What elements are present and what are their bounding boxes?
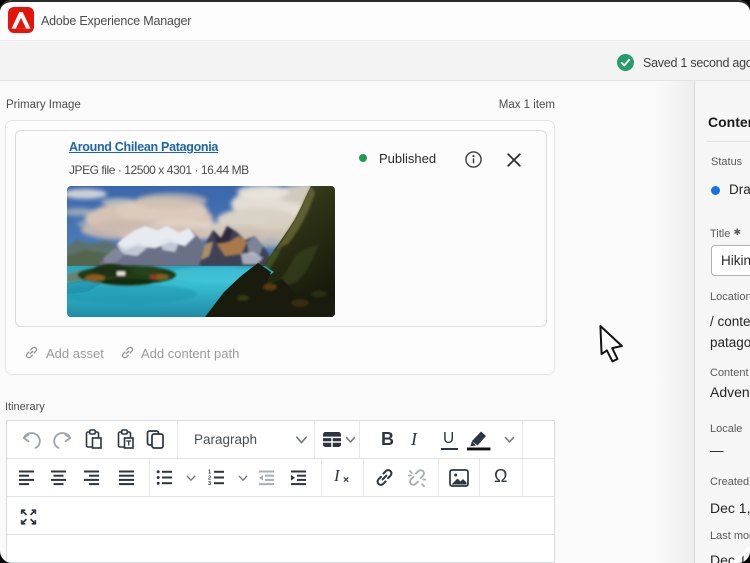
svg-text:3: 3 (208, 481, 211, 486)
